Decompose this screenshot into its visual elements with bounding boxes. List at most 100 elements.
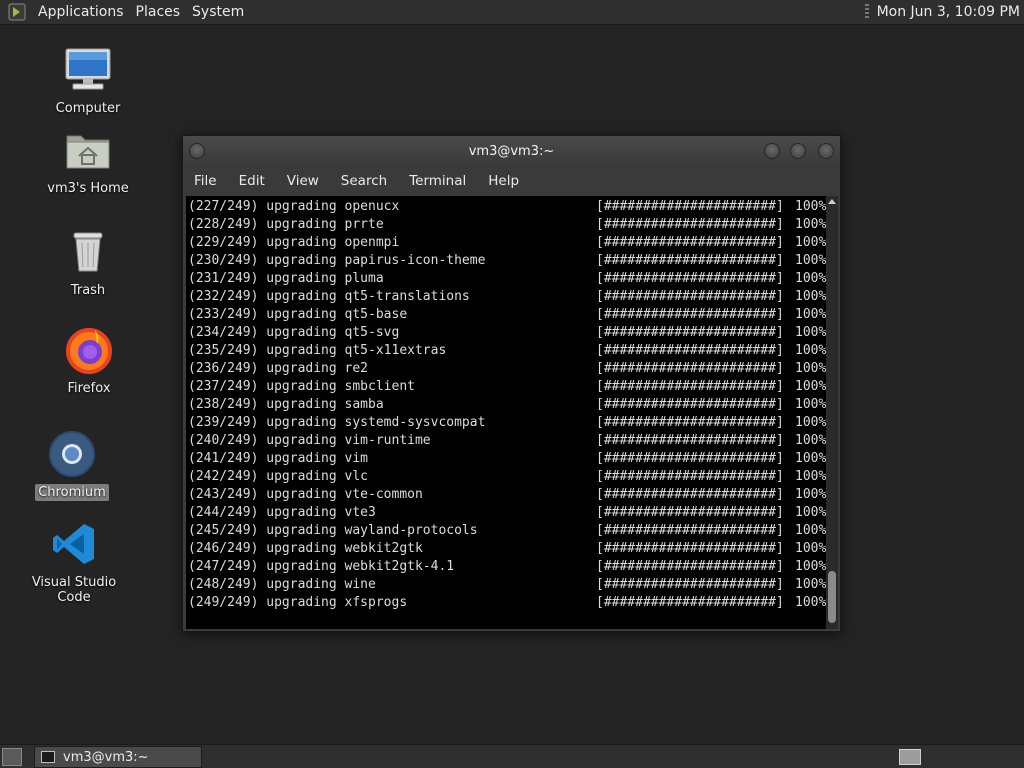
terminal-line-text: (235/249) upgrading qt5-x11extras: [188, 343, 447, 358]
terminal-line: (237/249) upgrading smbclient [##########…: [186, 378, 826, 396]
terminal-line: (231/249) upgrading pluma [##############…: [186, 270, 826, 288]
progress-percent: 100%: [795, 199, 827, 214]
progress-bar-text: [######################]: [596, 523, 784, 538]
progress-percent: 100%: [795, 523, 827, 538]
computer-icon: [62, 46, 114, 94]
terminal-line-text: (228/249) upgrading prrte: [188, 217, 384, 232]
progress-percent: 100%: [795, 433, 827, 448]
progress-bar-text: [######################]: [596, 487, 784, 502]
top-panel: Applications Places System Mon Jun 3, 10…: [0, 0, 1024, 25]
scrollbar-thumb[interactable]: [828, 571, 836, 623]
progress-percent: 100%: [795, 379, 827, 394]
trash-icon: [62, 228, 114, 276]
terminal-line-text: (249/249) upgrading xfsprogs: [188, 595, 408, 610]
desktop-icon-trash[interactable]: Trash: [28, 228, 148, 299]
terminal-line-text: (240/249) upgrading vim-runtime: [188, 433, 431, 448]
progress-bar-text: [######################]: [596, 433, 784, 448]
menu-help[interactable]: Help: [477, 173, 530, 189]
progress-percent: 100%: [795, 559, 827, 574]
terminal-scrollbar[interactable]: [826, 196, 838, 629]
terminal-line-text: (234/249) upgrading qt5-svg: [188, 325, 400, 340]
close-button[interactable]: [818, 143, 834, 159]
progress-bar-text: [######################]: [596, 325, 784, 340]
progress-bar-text: [######################]: [596, 415, 784, 430]
progress-percent: 100%: [795, 451, 827, 466]
window-menu-button[interactable]: [189, 143, 205, 159]
terminal-icon: [41, 751, 55, 763]
progress-percent: 100%: [795, 307, 827, 322]
terminal-line: (232/249) upgrading qt5-translations [###…: [186, 288, 826, 306]
progress-bar-text: [######################]: [596, 361, 784, 376]
window-titlebar[interactable]: vm3@vm3:~: [183, 136, 840, 166]
terminal-line-text: (236/249) upgrading re2: [188, 361, 369, 376]
applications-menu[interactable]: Applications: [32, 4, 130, 20]
terminal-line: (249/249) upgrading xfsprogs [###########…: [186, 594, 826, 612]
terminal-line-text: (242/249) upgrading vlc: [188, 469, 369, 484]
terminal-line: (242/249) upgrading vlc [################…: [186, 468, 826, 486]
progress-bar-text: [######################]: [596, 271, 784, 286]
terminal-line: (240/249) upgrading vim-runtime [########…: [186, 432, 826, 450]
show-desktop-icon[interactable]: [2, 748, 22, 766]
desktop-icon-computer[interactable]: Computer: [28, 46, 148, 117]
menu-terminal[interactable]: Terminal: [398, 173, 477, 189]
terminal-line: (248/249) upgrading wine [###############…: [186, 576, 826, 594]
terminal-line-text: (233/249) upgrading qt5-base: [188, 307, 408, 322]
desktop-icon-chromium[interactable]: Chromium: [12, 430, 132, 501]
terminal-line-text: (230/249) upgrading papirus-icon-theme: [188, 253, 486, 268]
menu-edit[interactable]: Edit: [228, 173, 276, 189]
minimize-button[interactable]: [764, 143, 780, 159]
desktop-icon-label: Computer: [55, 101, 121, 116]
desktop-icon-label: vm3's Home: [47, 181, 129, 196]
progress-bar-text: [######################]: [596, 541, 784, 556]
terminal-line: (239/249) upgrading systemd-sysvcompat [#…: [186, 414, 826, 432]
progress-bar-text: [######################]: [596, 343, 784, 358]
desktop-icon-home[interactable]: vm3's Home: [28, 126, 148, 197]
terminal-line: (235/249) upgrading qt5-x11extras [######…: [186, 342, 826, 360]
terminal-line: (241/249) upgrading vim [################…: [186, 450, 826, 468]
terminal-line: (238/249) upgrading samba [##############…: [186, 396, 826, 414]
progress-percent: 100%: [795, 217, 827, 232]
terminal-line: (247/249) upgrading webkit2gtk-4.1 [#####…: [186, 558, 826, 576]
clock[interactable]: Mon Jun 3, 10:09 PM: [877, 4, 1020, 20]
progress-bar-text: [######################]: [596, 253, 784, 268]
desktop-icon-firefox[interactable]: Firefox: [29, 326, 149, 397]
desktop-icon-label: Chromium: [35, 484, 109, 501]
terminal-output[interactable]: (227/249) upgrading openucx [############…: [186, 196, 826, 629]
terminal-line: (243/249) upgrading vte-common [#########…: [186, 486, 826, 504]
menu-file[interactable]: File: [183, 173, 228, 189]
progress-bar-text: [######################]: [596, 397, 784, 412]
menu-logo-icon[interactable]: [6, 1, 28, 23]
terminal-line: (228/249) upgrading prrte [##############…: [186, 216, 826, 234]
workspace-switcher[interactable]: [899, 749, 921, 765]
chromium-icon: [46, 430, 98, 478]
progress-percent: 100%: [795, 595, 827, 610]
progress-percent: 100%: [795, 469, 827, 484]
terminal-line: (227/249) upgrading openucx [############…: [186, 198, 826, 216]
progress-percent: 100%: [795, 289, 827, 304]
progress-percent: 100%: [795, 487, 827, 502]
terminal-line: (229/249) upgrading openmpi [############…: [186, 234, 826, 252]
progress-bar-text: [######################]: [596, 559, 784, 574]
taskbar-terminal-button[interactable]: vm3@vm3:~: [34, 746, 202, 768]
places-menu[interactable]: Places: [130, 4, 187, 20]
maximize-button[interactable]: [790, 143, 806, 159]
menu-search[interactable]: Search: [330, 173, 398, 189]
terminal-line-text: (227/249) upgrading openucx: [188, 199, 400, 214]
progress-percent: 100%: [795, 415, 827, 430]
panel-handle[interactable]: [864, 4, 869, 20]
progress-bar-text: [######################]: [596, 307, 784, 322]
firefox-icon: [63, 326, 115, 374]
desktop-icon-label: Firefox: [67, 381, 111, 396]
vscode-icon: [48, 520, 100, 568]
taskbar-label: vm3@vm3:~: [63, 749, 149, 765]
menu-view[interactable]: View: [276, 173, 330, 189]
window-menubar: File Edit View Search Terminal Help: [183, 166, 840, 196]
terminal-line-text: (229/249) upgrading openmpi: [188, 235, 400, 250]
terminal-window[interactable]: vm3@vm3:~ File Edit View Search Terminal…: [182, 135, 841, 632]
system-menu[interactable]: System: [186, 4, 250, 20]
desktop-icon-vscode[interactable]: Visual Studio Code: [14, 520, 134, 606]
terminal-line-text: (241/249) upgrading vim: [188, 451, 369, 466]
progress-bar-text: [######################]: [596, 217, 784, 232]
terminal-line-text: (245/249) upgrading wayland-protocols: [188, 523, 478, 538]
scroll-up-arrow-icon[interactable]: [828, 199, 836, 204]
